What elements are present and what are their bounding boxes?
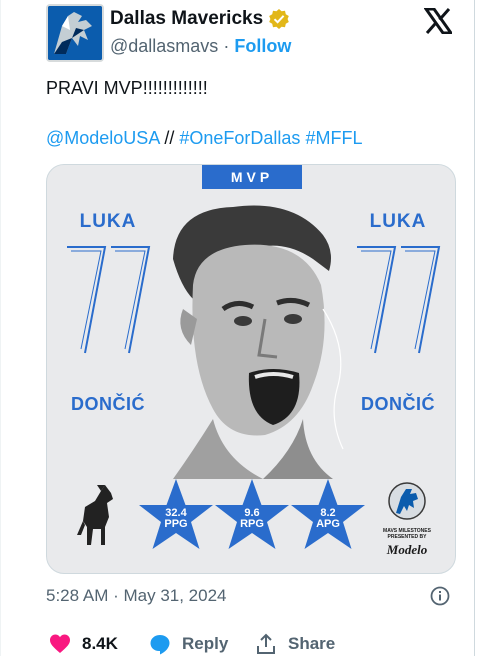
share-icon <box>257 633 275 654</box>
stat-unit: RPG <box>240 518 264 530</box>
player-first-name: LUKA <box>369 211 427 232</box>
hashtag-mffl[interactable]: #MFFL <box>305 128 362 148</box>
mention-modelo[interactable]: @ModeloUSA <box>46 128 159 148</box>
tweet-text: PRAVI MVP!!!!!!!!!!!!! <box>46 78 208 98</box>
stat-ppg: 32.4 PPG <box>137 477 215 551</box>
x-logo-icon[interactable] <box>424 8 452 34</box>
stat-unit: PPG <box>164 518 188 530</box>
tweet-timestamp[interactable]: 5:28 AM · May 31, 2024 <box>46 586 227 606</box>
reply-bubble-icon <box>150 635 170 655</box>
author-name-text[interactable]: Dallas Mavericks <box>110 8 263 30</box>
mvp-banner: MVP <box>202 165 302 189</box>
jersey-number-graphic <box>357 246 441 354</box>
verified-badge-icon <box>269 9 289 29</box>
reply-label: Reply <box>182 634 229 653</box>
mavs-logo-icon <box>388 482 426 520</box>
tag-separator: // <box>164 128 175 148</box>
sponsor-caption: MAVS MILESTONES PRESENTED BY <box>383 528 431 540</box>
like-count: 8.4K <box>82 634 118 653</box>
player-name-left: LUKA DONČIĆ <box>61 211 155 415</box>
horse-icon <box>77 485 113 545</box>
follow-button[interactable]: Follow <box>234 36 291 56</box>
left-divider <box>0 0 1 656</box>
handle-row: @dallasmavs · Follow <box>110 36 291 57</box>
right-divider <box>474 0 475 656</box>
avatar[interactable] <box>46 4 104 62</box>
stat-unit: APG <box>316 518 340 530</box>
tweet-tags: @ModeloUSA // #OneForDallas #MFFL <box>46 128 362 149</box>
reply-button[interactable]: Reply <box>148 632 254 656</box>
mavs-logo-icon <box>48 6 102 60</box>
stat-apg: 8.2 APG <box>289 477 367 551</box>
tweet-media-image[interactable]: MVP LUKA DONČIĆ LUKA DONČIĆ 32.4 PPG 9.6… <box>46 164 456 574</box>
share-button[interactable]: Share <box>254 632 335 656</box>
player-last-name: DONČIĆ <box>71 394 145 414</box>
player-first-name: LUKA <box>79 211 137 232</box>
sponsor-logo: Modelo <box>386 542 428 557</box>
info-icon[interactable] <box>430 586 450 606</box>
handle-separator: · <box>223 36 230 56</box>
author-name[interactable]: Dallas Mavericks <box>110 8 290 30</box>
like-button[interactable]: 8.4K <box>48 632 148 656</box>
hashtag-onefordallas[interactable]: #OneForDallas <box>179 128 300 148</box>
tweet-actions: 8.4K Reply Share <box>48 632 335 656</box>
share-label: Share <box>288 634 336 653</box>
sponsor-block: MAVS MILESTONES PRESENTED BY Modelo <box>379 481 435 558</box>
jersey-number-graphic <box>67 246 151 354</box>
heart-icon <box>50 634 70 653</box>
player-portrait <box>173 205 344 479</box>
player-name-right: LUKA DONČIĆ <box>351 211 445 415</box>
author-handle[interactable]: @dallasmavs <box>110 36 218 56</box>
player-last-name: DONČIĆ <box>361 394 435 414</box>
stat-rpg: 9.6 RPG <box>213 477 291 551</box>
